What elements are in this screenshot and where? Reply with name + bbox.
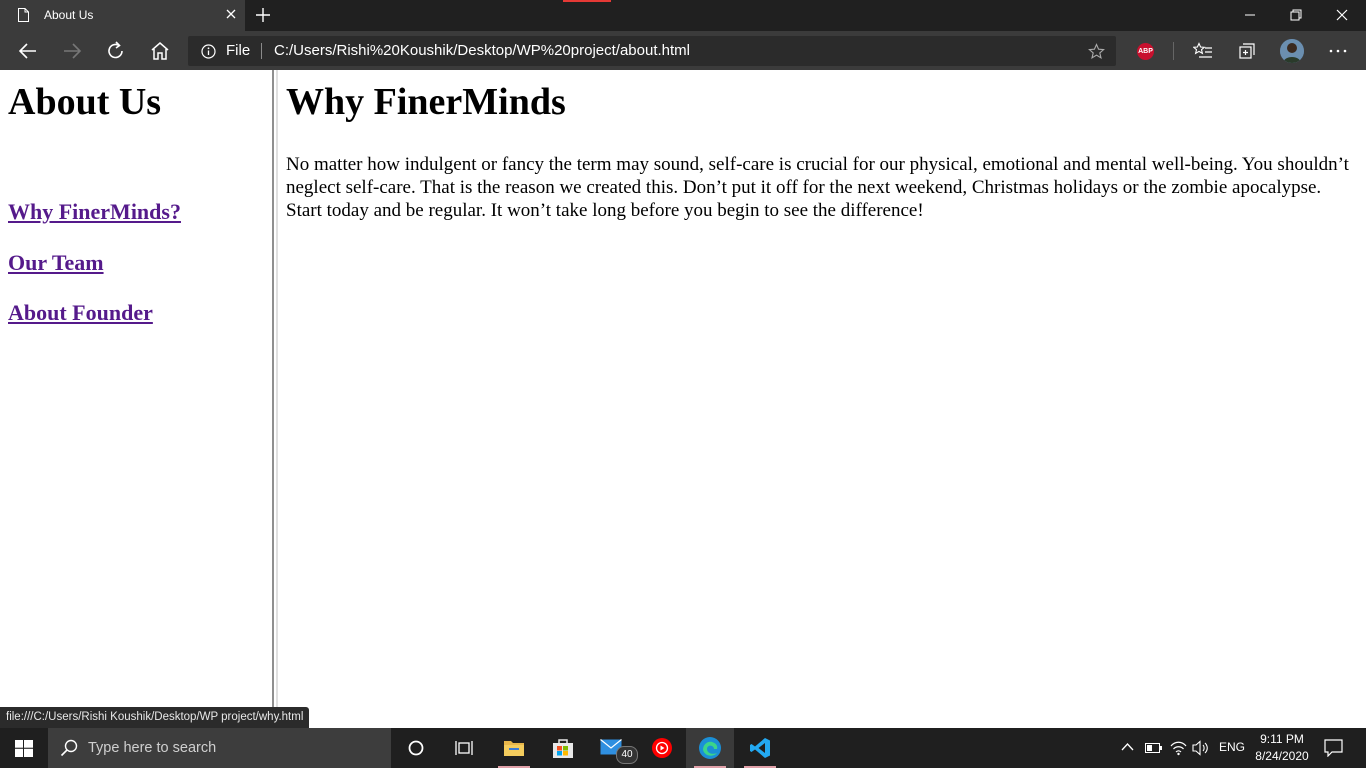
youtube-music-app[interactable] bbox=[638, 728, 686, 768]
browser-title-bar: About Us bbox=[0, 0, 1366, 31]
microsoft-store-app[interactable] bbox=[539, 728, 587, 768]
nav-link-why-finerminds[interactable]: Why FinerMinds? bbox=[8, 199, 181, 225]
edge-logo-icon bbox=[699, 737, 721, 759]
restore-icon bbox=[1290, 9, 1302, 21]
tab-close-icon[interactable] bbox=[224, 7, 238, 21]
system-clock[interactable]: 9:11 PM 8/24/2020 bbox=[1249, 731, 1315, 765]
more-menu-icon[interactable] bbox=[1329, 49, 1347, 53]
nav-link-our-team[interactable]: Our Team bbox=[8, 250, 104, 276]
start-button[interactable] bbox=[0, 728, 48, 768]
action-center-notification-icon[interactable] bbox=[1324, 739, 1343, 757]
new-tab-plus-icon[interactable] bbox=[254, 6, 272, 24]
content-paragraph: No matter how indulgent or fancy the ter… bbox=[286, 154, 1349, 221]
minimize-icon bbox=[1245, 14, 1255, 16]
wifi-icon[interactable] bbox=[1170, 740, 1187, 756]
back-arrow-icon[interactable] bbox=[16, 39, 40, 63]
refresh-icon[interactable] bbox=[104, 39, 128, 63]
task-view-button[interactable] bbox=[440, 728, 488, 768]
close-icon bbox=[1336, 9, 1348, 21]
adblock-extension-icon[interactable]: ABP bbox=[1137, 43, 1154, 60]
youtube-music-icon bbox=[652, 738, 672, 758]
minimize-button[interactable] bbox=[1228, 0, 1274, 31]
content-frame: Why FinerMinds No matter how indulgent o… bbox=[278, 70, 1366, 728]
task-view-icon bbox=[455, 741, 473, 755]
browser-toolbar: File C:/Users/Rishi%20Koushik/Desktop/WP… bbox=[0, 31, 1366, 70]
folder-icon bbox=[504, 741, 524, 756]
left-nav-frame: About Us Why FinerMinds? Our Team About … bbox=[0, 70, 272, 728]
cortana-button[interactable] bbox=[392, 728, 440, 768]
store-bag-icon bbox=[553, 739, 573, 758]
cortana-circle-icon bbox=[408, 740, 424, 756]
search-placeholder: Type here to search bbox=[88, 740, 217, 756]
collections-icon[interactable] bbox=[1238, 42, 1256, 60]
mail-unread-badge: 40 bbox=[616, 746, 638, 764]
favorite-star-icon[interactable] bbox=[1088, 43, 1105, 60]
home-icon[interactable] bbox=[148, 39, 172, 63]
content-heading: Why FinerMinds bbox=[286, 81, 566, 123]
favorites-list-icon[interactable] bbox=[1193, 42, 1213, 60]
windows-taskbar: Type here to search 40 ENG 9:11 PM 8/24/… bbox=[0, 728, 1366, 768]
clock-time: 9:11 PM bbox=[1260, 732, 1304, 746]
url-scheme-label: File bbox=[226, 42, 251, 59]
forward-arrow-icon[interactable] bbox=[60, 39, 84, 63]
media-indicator bbox=[563, 0, 611, 2]
link-status-bar: file:///C:/Users/Rishi Koushik/Desktop/W… bbox=[0, 707, 310, 728]
vscode-logo-icon bbox=[750, 738, 770, 758]
windows-logo-icon bbox=[15, 740, 33, 757]
search-icon bbox=[60, 739, 78, 757]
file-explorer-app[interactable] bbox=[490, 728, 538, 768]
vscode-app[interactable] bbox=[736, 728, 784, 768]
battery-icon[interactable] bbox=[1145, 742, 1163, 754]
info-icon[interactable] bbox=[201, 44, 216, 59]
left-frame-heading: About Us bbox=[8, 81, 162, 123]
profile-photo-icon bbox=[1280, 39, 1304, 63]
input-language-indicator[interactable]: ENG bbox=[1219, 740, 1245, 754]
tab-title: About Us bbox=[44, 8, 94, 22]
address-separator bbox=[261, 43, 262, 59]
close-window-button[interactable] bbox=[1320, 0, 1366, 31]
toolbar-divider bbox=[1173, 42, 1174, 60]
page-viewport: About Us Why FinerMinds? Our Team About … bbox=[0, 70, 1366, 728]
address-bar[interactable]: File C:/Users/Rishi%20Koushik/Desktop/WP… bbox=[188, 36, 1116, 66]
page-icon bbox=[18, 8, 29, 22]
nav-link-about-founder[interactable]: About Founder bbox=[8, 300, 153, 326]
url-text[interactable]: C:/Users/Rishi%20Koushik/Desktop/WP%20pr… bbox=[274, 42, 690, 59]
clock-date: 8/24/2020 bbox=[1255, 749, 1309, 763]
volume-icon[interactable] bbox=[1192, 740, 1209, 756]
profile-avatar[interactable] bbox=[1280, 39, 1304, 63]
show-hidden-icons-chevron-icon[interactable] bbox=[1121, 742, 1134, 751]
edge-browser-app[interactable] bbox=[686, 728, 734, 768]
restore-button[interactable] bbox=[1274, 0, 1320, 31]
taskbar-search-box[interactable]: Type here to search bbox=[48, 728, 391, 768]
browser-tab-active[interactable]: About Us bbox=[0, 0, 245, 31]
